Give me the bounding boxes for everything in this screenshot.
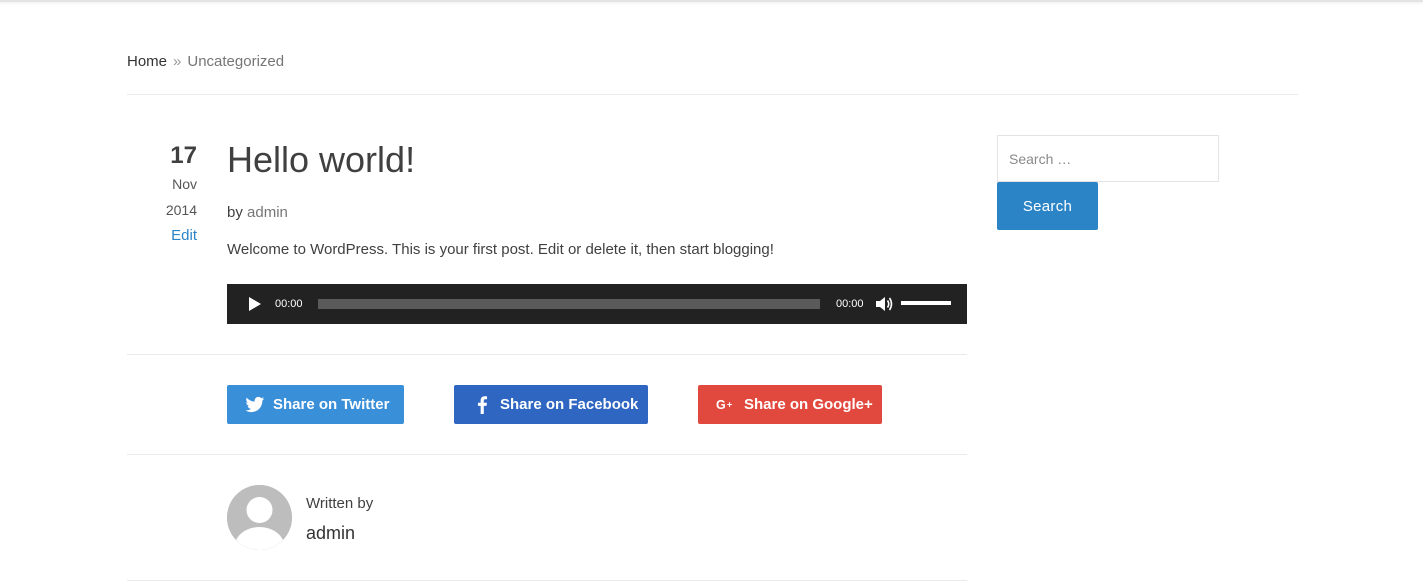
- byline-author-link[interactable]: admin: [247, 204, 288, 221]
- written-by-label: Written by: [306, 495, 374, 512]
- play-icon: [249, 297, 261, 311]
- audio-player: 00:00 00:00: [227, 284, 967, 324]
- post-content: Welcome to WordPress. This is your first…: [227, 241, 774, 258]
- share-facebook-button[interactable]: Share on Facebook: [454, 385, 648, 424]
- volume-icon: [876, 297, 893, 311]
- share-divider: [127, 454, 967, 455]
- share-twitter-button[interactable]: Share on Twitter: [227, 385, 404, 424]
- facebook-icon: [472, 395, 492, 415]
- breadcrumb-current: Uncategorized: [187, 53, 285, 70]
- svg-text:G: G: [716, 398, 726, 412]
- breadcrumb: Home » Uncategorized: [127, 52, 284, 72]
- header-divider: [127, 94, 1298, 95]
- search-button[interactable]: Search: [997, 182, 1098, 230]
- post-date-day: 17: [170, 142, 197, 169]
- volume-slider[interactable]: [901, 301, 951, 305]
- share-google-plus-label: Share on Google+: [744, 396, 873, 413]
- author-avatar[interactable]: [227, 485, 292, 550]
- audio-current-time: 00:00: [275, 298, 303, 310]
- twitter-icon: [245, 395, 265, 415]
- breadcrumb-home-link[interactable]: Home: [127, 53, 167, 70]
- audio-duration: 00:00: [836, 298, 864, 310]
- breadcrumb-separator: »: [173, 53, 182, 70]
- byline-label: by: [227, 204, 243, 221]
- post-byline: by admin: [227, 203, 288, 223]
- audio-progress-bar[interactable]: [318, 299, 820, 309]
- google-plus-icon: G +: [716, 395, 736, 415]
- author-divider: [127, 580, 967, 581]
- edit-post-link[interactable]: Edit: [127, 223, 197, 249]
- share-google-plus-button[interactable]: G + Share on Google+: [698, 385, 882, 424]
- mute-button[interactable]: [875, 295, 895, 313]
- post-date-month: Nov: [172, 176, 197, 192]
- content-divider: [127, 354, 967, 355]
- share-twitter-label: Share on Twitter: [273, 396, 390, 413]
- play-button[interactable]: [245, 295, 263, 313]
- search-input[interactable]: [997, 135, 1219, 182]
- post-title[interactable]: Hello world!: [227, 138, 415, 182]
- svg-text:+: +: [727, 399, 732, 409]
- top-border: [0, 0, 1423, 2]
- post-date-year: 2014: [165, 202, 197, 218]
- avatar-icon: [227, 485, 292, 550]
- author-name-link[interactable]: admin: [306, 522, 355, 544]
- post-date: 17 Nov 2014 Edit: [127, 141, 197, 249]
- share-facebook-label: Share on Facebook: [500, 396, 639, 413]
